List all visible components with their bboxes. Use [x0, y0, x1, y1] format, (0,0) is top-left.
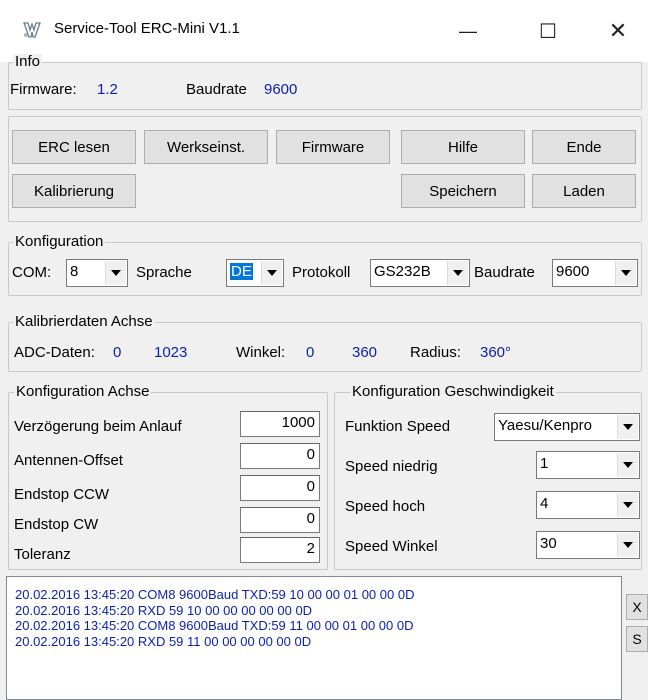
- achse-legend: Konfiguration Achse: [14, 383, 152, 400]
- baudrate-select[interactable]: 9600: [552, 259, 638, 287]
- speichern-button[interactable]: Speichern: [401, 174, 525, 208]
- winkel-min-value: 0: [306, 344, 315, 361]
- laden-button[interactable]: Laden: [532, 174, 636, 208]
- speed-hoch-value: 4: [540, 495, 549, 512]
- speed-niedrig-label: Speed niedrig: [345, 458, 438, 475]
- antennen-offset-input[interactable]: 0: [240, 443, 320, 469]
- endstop-cw-label: Endstop CW: [14, 516, 99, 533]
- speed-legend: Konfiguration Geschwindigkeit: [350, 383, 556, 400]
- log-line: 20.02.2016 13:45:20 COM8 9600Baud TXD:59…: [15, 587, 415, 602]
- minimize-icon: —: [459, 20, 477, 41]
- com-select[interactable]: 8: [66, 259, 128, 287]
- log-line: 20.02.2016 13:45:20 RXD 59 11 00 00 00 0…: [15, 633, 312, 649]
- chevron-down-icon: [617, 415, 638, 439]
- chevron-down-icon: [617, 533, 638, 557]
- chevron-down-icon: [261, 261, 282, 285]
- speed-hoch-label: Speed hoch: [345, 498, 426, 515]
- speed-winkel-value: 30: [540, 535, 557, 552]
- com-value: 8: [70, 263, 79, 280]
- maximize-button[interactable]: ☐: [518, 8, 578, 54]
- save-log-button[interactable]: S: [626, 626, 648, 652]
- chevron-down-icon: [447, 261, 468, 285]
- verzoegerung-input[interactable]: 1000: [240, 411, 320, 437]
- antennen-offset-label: Antennen-Offset: [14, 452, 123, 469]
- radius-label: Radius:: [410, 344, 461, 361]
- log-line: 20.02.2016 13:45:20 RXD 59 10 00 00 00 0…: [15, 602, 313, 618]
- winkel-label: Winkel:: [236, 344, 286, 361]
- toleranz-label: Toleranz: [14, 546, 71, 563]
- winkel-max-value: 360: [352, 344, 378, 361]
- toleranz-input[interactable]: 2: [240, 537, 320, 563]
- app-icon: [23, 21, 41, 38]
- adc-max-value: 1023: [154, 344, 188, 361]
- info-baud-value: 9600: [264, 81, 298, 98]
- hilfe-button[interactable]: Hilfe: [401, 130, 525, 164]
- close-icon: ✕: [608, 18, 628, 43]
- baudrate-value: 9600: [556, 263, 590, 280]
- title-bar: Service-Tool ERC-Mini V1.1 — ☐ ✕: [0, 0, 648, 62]
- funktion-speed-select[interactable]: Yaesu/Kenpro: [494, 413, 640, 441]
- endstop-ccw-input[interactable]: 0: [240, 475, 320, 501]
- speed-niedrig-value: 1: [540, 455, 549, 472]
- protokoll-label: Protokoll: [292, 264, 351, 281]
- konfiguration-legend: Konfiguration: [13, 233, 106, 250]
- endstop-cw-input[interactable]: 0: [240, 507, 320, 533]
- werkseinst-button[interactable]: Werkseinst.: [144, 130, 268, 164]
- adc-label: ADC-Daten:: [14, 344, 95, 361]
- clear-log-button[interactable]: X: [626, 594, 648, 620]
- close-button[interactable]: ✕: [588, 8, 648, 54]
- konfig-baud-label: Baudrate: [474, 264, 535, 281]
- radius-value: 360°: [480, 344, 512, 361]
- verzoegerung-label: Verzögerung beim Anlauf: [14, 418, 182, 435]
- protokoll-value: GS232B: [374, 263, 431, 280]
- chevron-down-icon: [617, 493, 638, 517]
- info-legend: Info: [13, 53, 43, 70]
- com-label: COM:: [12, 264, 52, 281]
- speed-hoch-select[interactable]: 4: [536, 491, 640, 519]
- maximize-icon: ☐: [539, 20, 557, 43]
- chevron-down-icon: [615, 261, 636, 285]
- ende-button[interactable]: Ende: [532, 130, 636, 164]
- window-title: Service-Tool ERC-Mini V1.1: [54, 20, 240, 37]
- endstop-ccw-label: Endstop CCW: [14, 486, 110, 503]
- info-baud-label: Baudrate: [186, 81, 247, 98]
- firmware-button[interactable]: Firmware: [276, 130, 390, 164]
- sprache-value: DE: [230, 263, 253, 280]
- protokoll-select[interactable]: GS232B: [370, 259, 470, 287]
- adc-min-value: 0: [113, 344, 122, 361]
- speed-niedrig-select[interactable]: 1: [536, 451, 640, 479]
- sprache-select[interactable]: DE: [226, 259, 284, 287]
- speed-winkel-select[interactable]: 30: [536, 531, 640, 559]
- kalibrierdaten-legend: Kalibrierdaten Achse: [13, 313, 155, 330]
- firmware-value: 1.2: [97, 81, 118, 98]
- sprache-label: Sprache: [136, 264, 192, 281]
- funktion-speed-value: Yaesu/Kenpro: [498, 417, 592, 434]
- firmware-label: Firmware:: [10, 81, 77, 98]
- kalibrierung-button[interactable]: Kalibrierung: [12, 174, 136, 208]
- funktion-speed-label: Funktion Speed: [345, 418, 451, 435]
- minimize-button[interactable]: —: [438, 8, 498, 54]
- log-textbox[interactable]: 20.02.2016 13:45:20 COM8 9600Baud TXD:59…: [6, 576, 622, 700]
- erc-lesen-button[interactable]: ERC lesen: [12, 130, 136, 164]
- chevron-down-icon: [105, 261, 126, 285]
- log-line: 20.02.2016 13:45:20 COM8 9600Baud TXD:59…: [15, 618, 414, 633]
- speed-winkel-label: Speed Winkel: [345, 538, 438, 555]
- chevron-down-icon: [617, 453, 638, 477]
